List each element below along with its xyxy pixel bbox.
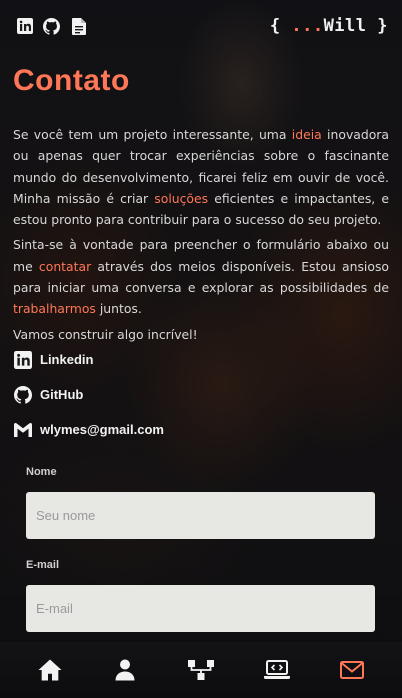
github-link[interactable]: GitHub <box>14 377 164 412</box>
highlight-trabalharmos: trabalharmos <box>13 301 96 317</box>
name-label: Nome <box>26 466 57 478</box>
bottom-navigation <box>0 642 402 698</box>
linkedin-label: Linkedin <box>40 352 94 367</box>
home-icon <box>38 659 62 681</box>
logo-name: Will <box>323 16 367 36</box>
mail-icon <box>340 661 365 679</box>
github-icon <box>14 385 32 404</box>
nav-home[interactable] <box>30 650 70 690</box>
document-icon[interactable] <box>70 17 87 35</box>
linkedin-link[interactable]: Linkedin <box>14 342 164 377</box>
name-input[interactable] <box>26 492 375 539</box>
contact-form: Nome E-mail <box>26 466 376 652</box>
project-tree-icon <box>187 660 214 680</box>
intro-paragraph-1: Se você tem um projeto interessante, uma… <box>13 124 389 230</box>
top-bar: { ...Will } <box>0 0 402 52</box>
email-input[interactable] <box>26 585 375 632</box>
intro-text-segment: Se você tem um projeto interessante, uma <box>13 127 292 142</box>
highlight-ideia: ideia <box>291 127 322 142</box>
email-label: wlymes@gmail.com <box>40 422 164 437</box>
linkedin-icon <box>14 350 32 369</box>
highlight-contatar: contatar <box>38 258 92 274</box>
logo-dots: ... <box>291 16 324 36</box>
linkedin-icon[interactable] <box>16 18 33 35</box>
nav-projects[interactable] <box>181 650 221 690</box>
nav-skills[interactable] <box>257 650 297 690</box>
intro-text-segment: juntos. <box>95 301 142 317</box>
contact-links: Linkedin GitHub wlymes@gmail.com <box>14 342 164 447</box>
logo-close-brace: } <box>366 16 388 36</box>
nav-about[interactable] <box>105 650 145 690</box>
page-title: Contato <box>13 64 130 97</box>
gmail-icon <box>14 421 32 439</box>
site-logo[interactable]: { ...Will } <box>270 16 388 36</box>
logo-open-brace: { <box>269 16 292 36</box>
laptop-code-icon <box>263 660 290 679</box>
github-label: GitHub <box>40 387 84 402</box>
contact-page: { ...Will } Contato Se você tem um proje… <box>0 0 402 698</box>
nav-contact[interactable] <box>332 650 372 690</box>
highlight-solucoes: soluções <box>154 190 209 206</box>
intro-paragraph-2: Sinta-se à vontade para preencher o form… <box>13 234 389 319</box>
github-icon[interactable] <box>43 17 60 35</box>
email-field-label: E-mail <box>26 559 60 571</box>
email-link[interactable]: wlymes@gmail.com <box>14 412 164 447</box>
user-icon <box>115 659 135 681</box>
intro-text: Se você tem um projeto interessante, uma… <box>13 124 389 349</box>
header-social-links <box>16 17 87 35</box>
